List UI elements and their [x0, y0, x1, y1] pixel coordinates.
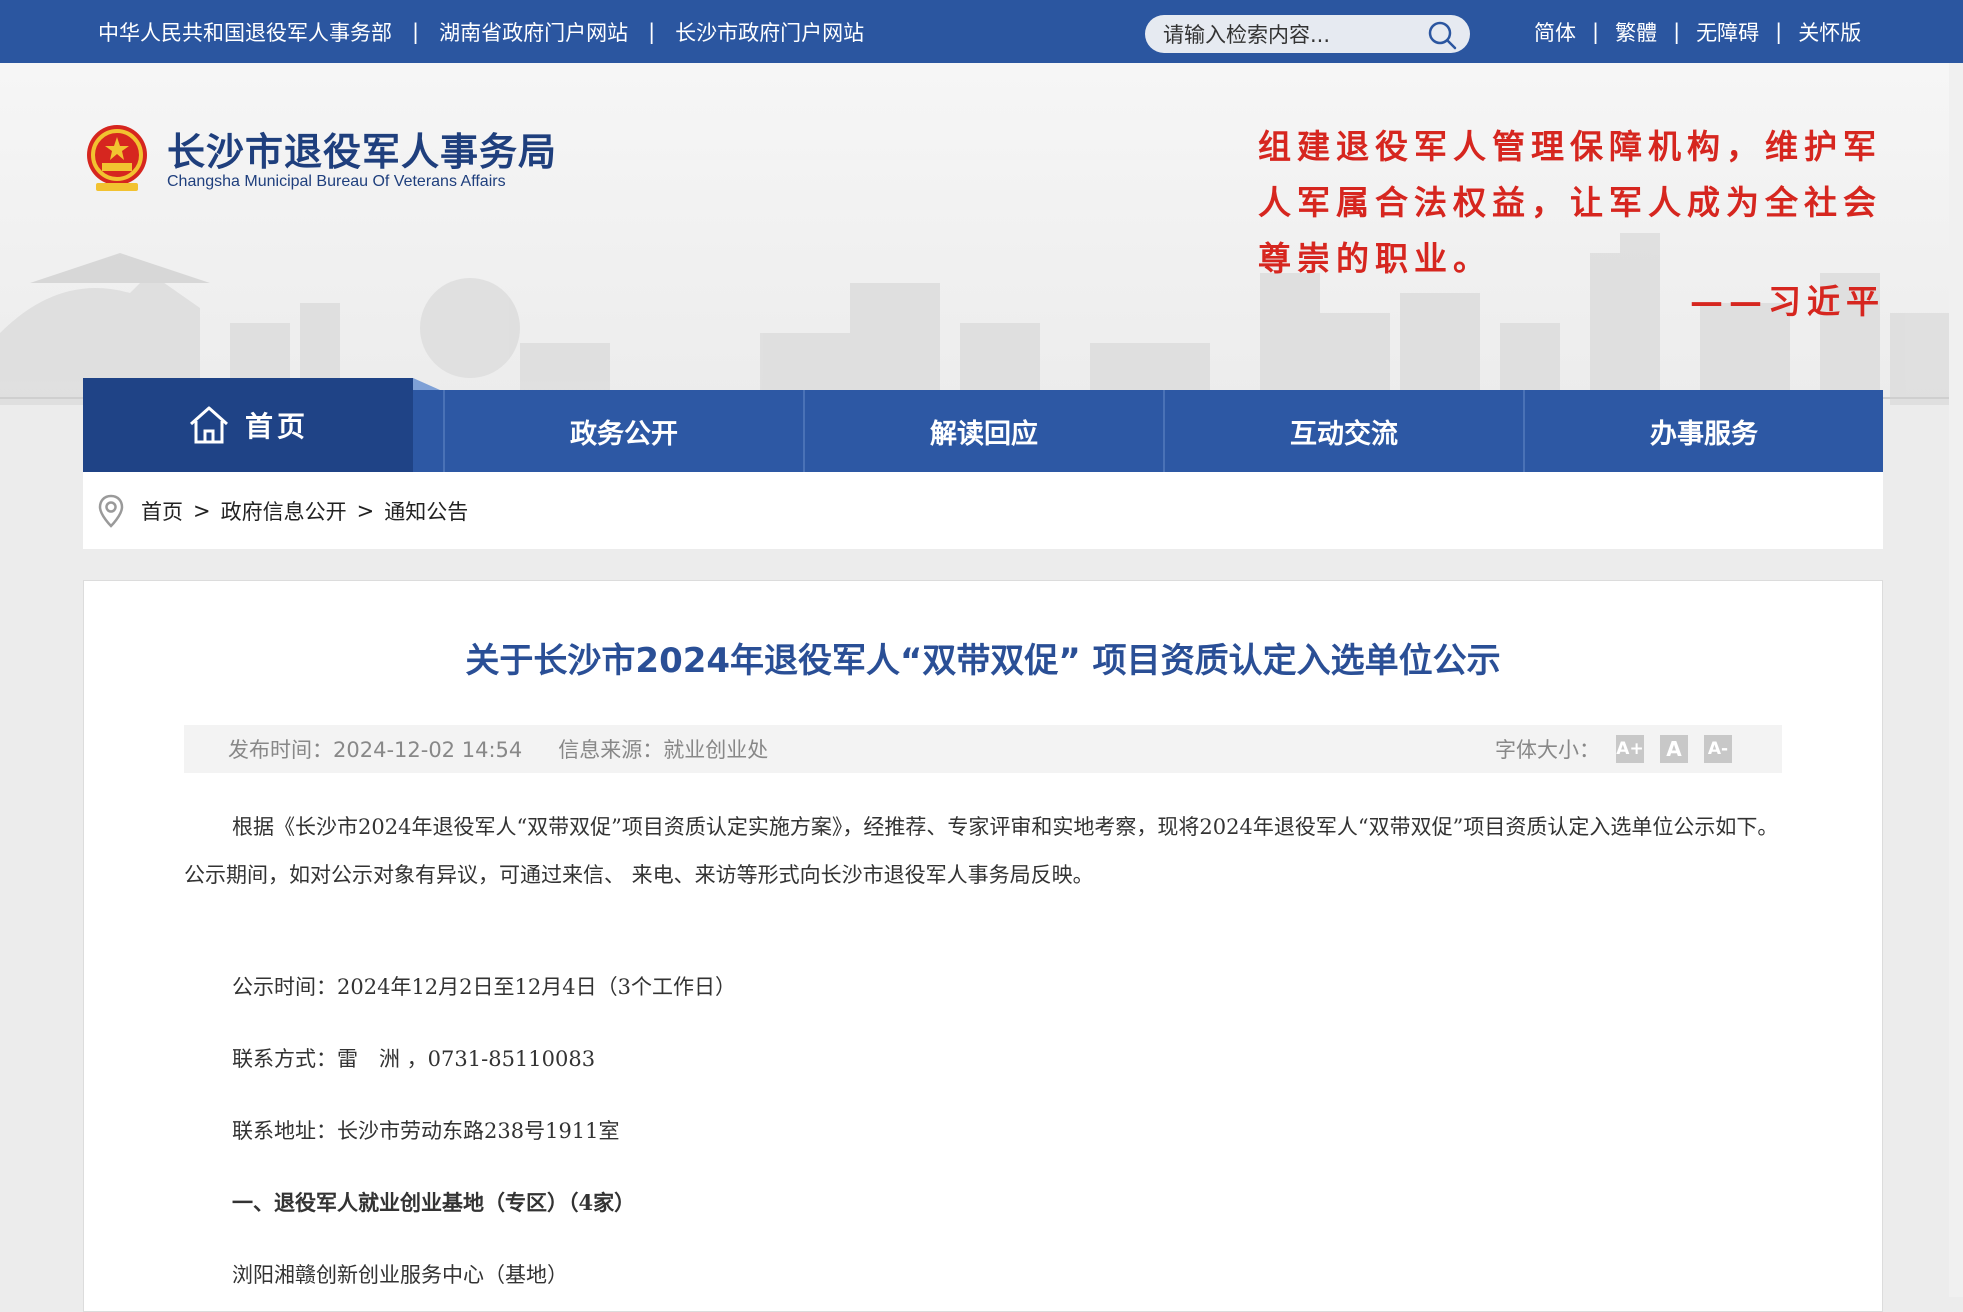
- article-title: 关于长沙市2024年退役军人“双带双促” 项目资质认定入选单位公示: [465, 641, 1501, 681]
- search-icon[interactable]: [1426, 19, 1458, 51]
- nav-item-gov-affairs[interactable]: 政务公开: [443, 390, 803, 472]
- section-heading: 一、退役军人就业创业基地（专区）（4家）: [232, 1190, 636, 1215]
- separator: |: [1673, 19, 1681, 44]
- article-body: 根据《长沙市2024年退役军人“双带双促”项目资质认定实施方案》，经推荐、专家评…: [184, 803, 1782, 1287]
- nav-item-interaction[interactable]: 互动交流: [1163, 390, 1523, 472]
- font-decrease-button[interactable]: A-: [1704, 735, 1732, 763]
- org-name-en: Changsha Municipal Bureau Of Veterans Af…: [167, 173, 506, 190]
- link-care-mode[interactable]: 关怀版: [1798, 17, 1861, 47]
- quote-line: 人军属合法权益，让军人成为全社会: [1258, 183, 1882, 222]
- home-icon: [189, 406, 228, 444]
- article-container: 关于长沙市2024年退役军人“双带双促” 项目资质认定入选单位公示 发布时间：2…: [83, 580, 1883, 1312]
- main-nav: 首页 政务公开 解读回应 互动交流 办事服务: [83, 378, 1883, 476]
- intro-paragraph: 根据《长沙市2024年退役军人“双带双促”项目资质认定实施方案》，经推荐、专家评…: [184, 815, 1779, 887]
- info-source: 信息来源：就业创业处: [558, 738, 769, 762]
- link-traditional[interactable]: 繁體: [1615, 17, 1657, 47]
- breadcrumb-gov-info[interactable]: 政府信息公开: [221, 496, 347, 526]
- external-links: 中华人民共和国退役军人事务部 | 湖南省政府门户网站 | 长沙市政府门户网站: [98, 0, 864, 63]
- separator: |: [1592, 19, 1600, 44]
- publish-time: 发布时间：2024-12-02 14:54: [228, 738, 523, 762]
- nav-home-label: 首页: [244, 410, 309, 443]
- scrollbar[interactable]: [1949, 63, 1963, 1297]
- notice-period: 公示时间：2024年12月2日至12月4日（3个工作日）: [232, 975, 736, 999]
- nav-item-interpretation[interactable]: 解读回应: [803, 390, 1163, 472]
- breadcrumb-separator: >: [193, 498, 211, 523]
- breadcrumb-home[interactable]: 首页: [141, 496, 183, 526]
- link-mva[interactable]: 中华人民共和国退役军人事务部: [98, 17, 392, 47]
- quote-author: ——习近平: [1690, 282, 1885, 321]
- separator: |: [1775, 19, 1783, 44]
- link-accessibility[interactable]: 无障碍: [1696, 17, 1759, 47]
- font-size-label: 字体大小：: [1495, 738, 1600, 762]
- nav-item-services[interactable]: 办事服务: [1523, 390, 1883, 472]
- search-input[interactable]: [1161, 15, 1420, 55]
- contact-address: 联系地址：长沙市劳动东路238号1911室: [232, 1119, 620, 1143]
- tab-fold: [413, 378, 440, 390]
- national-emblem-icon: [87, 125, 147, 191]
- font-increase-button[interactable]: A+: [1616, 735, 1644, 763]
- quote: 组建退役军人管理保障机构，维护军 人军属合法权益，让军人成为全社会 尊崇的职业。: [1258, 119, 1888, 287]
- contact-info: 联系方式：雷 洲 ，0731-85110083: [232, 1047, 596, 1071]
- breadcrumb-notices[interactable]: 通知公告: [384, 496, 468, 526]
- link-changsha-gov[interactable]: 长沙市政府门户网站: [675, 17, 864, 47]
- header-banner: 长沙市退役军人事务局 Changsha Municipal Bureau Of …: [0, 63, 1963, 405]
- nav-items: 政务公开 解读回应 互动交流 办事服务: [443, 390, 1883, 472]
- quote-line: 组建退役军人管理保障机构，维护军: [1258, 127, 1882, 166]
- top-bar: 中华人民共和国退役军人事务部 | 湖南省政府门户网站 | 长沙市政府门户网站 简…: [0, 0, 1963, 63]
- separator: |: [648, 19, 656, 44]
- breadcrumb-separator: >: [356, 498, 375, 523]
- article-meta: 发布时间：2024-12-02 14:54 信息来源：就业创业处 字体大小： A…: [184, 725, 1782, 773]
- link-simplified[interactable]: 简体: [1534, 17, 1576, 47]
- nav-home[interactable]: 首页: [83, 378, 440, 472]
- font-normal-button[interactable]: A: [1660, 735, 1688, 763]
- breadcrumb: 首页 > 政府信息公开 > 通知公告: [83, 472, 1883, 549]
- font-size-controls: 字体大小： A+ A A-: [1495, 725, 1732, 773]
- location-pin-icon: [98, 494, 124, 528]
- search-box: [1145, 15, 1470, 55]
- separator: |: [412, 19, 420, 44]
- link-hunan-gov[interactable]: 湖南省政府门户网站: [439, 17, 628, 47]
- language-links: 简体 | 繁體 | 无障碍 | 关怀版: [1534, 0, 1861, 63]
- list-item: 浏阳湘赣创新创业服务中心（基地）: [232, 1263, 568, 1287]
- org-name: 长沙市退役军人事务局: [167, 129, 558, 174]
